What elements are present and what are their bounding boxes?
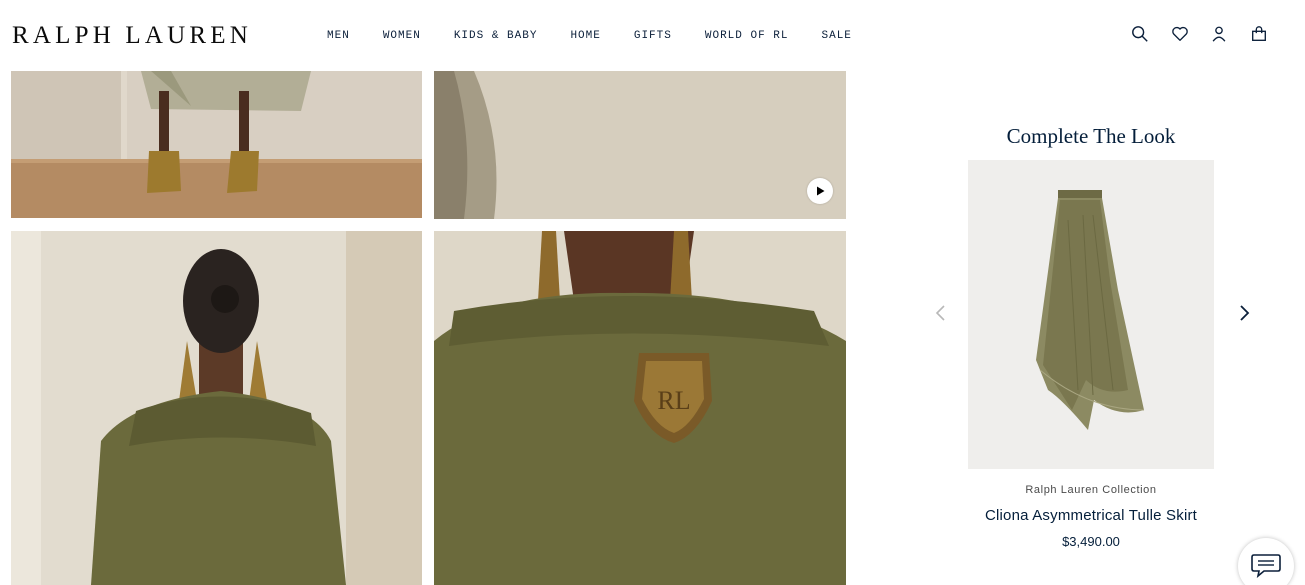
product-brand: Ralph Lauren Collection — [1025, 484, 1157, 496]
header-utility-icons — [1130, 24, 1288, 44]
carousel-next-button[interactable] — [1234, 303, 1254, 323]
play-video-button[interactable] — [807, 178, 833, 204]
nav-item-home[interactable]: HOME — [570, 30, 600, 42]
heart-icon[interactable] — [1170, 24, 1190, 44]
chat-icon — [1251, 554, 1281, 578]
search-icon[interactable] — [1130, 24, 1150, 44]
nav-item-sale[interactable]: SALE — [822, 30, 852, 42]
account-icon[interactable] — [1209, 24, 1229, 44]
site-header: RALPH LAUREN MEN WOMEN KIDS & BABY HOME … — [0, 0, 1305, 71]
nav-item-men[interactable]: MEN — [327, 30, 350, 42]
nav-item-gifts[interactable]: GIFTS — [634, 30, 672, 42]
nav-item-world-of-rl[interactable]: WORLD OF RL — [705, 30, 789, 42]
product-video-still[interactable] — [434, 71, 846, 219]
play-icon — [817, 186, 825, 196]
product-image-legs[interactable] — [11, 71, 422, 218]
product-image-back[interactable] — [11, 231, 422, 585]
brand-logo[interactable]: RALPH LAUREN — [12, 22, 252, 50]
product-card-image[interactable] — [968, 160, 1214, 469]
complete-the-look-title: Complete The Look — [1006, 124, 1176, 148]
chevron-left-icon — [935, 305, 945, 321]
chat-button[interactable] — [1238, 538, 1294, 585]
product-name-link[interactable]: Cliona Asymmetrical Tulle Skirt — [960, 507, 1222, 524]
product-image-front[interactable]: RL — [434, 231, 846, 585]
main-nav: MEN WOMEN KIDS & BABY HOME GIFTS WORLD O… — [327, 30, 885, 42]
chevron-right-icon — [1240, 305, 1250, 321]
nav-item-women[interactable]: WOMEN — [383, 30, 421, 42]
nav-item-kids-baby[interactable]: KIDS & BABY — [454, 30, 538, 42]
product-price: $3,490.00 — [1062, 534, 1120, 549]
carousel-prev-button[interactable] — [931, 303, 951, 323]
bag-icon[interactable] — [1249, 24, 1269, 44]
crest-monogram: RL — [657, 386, 690, 415]
